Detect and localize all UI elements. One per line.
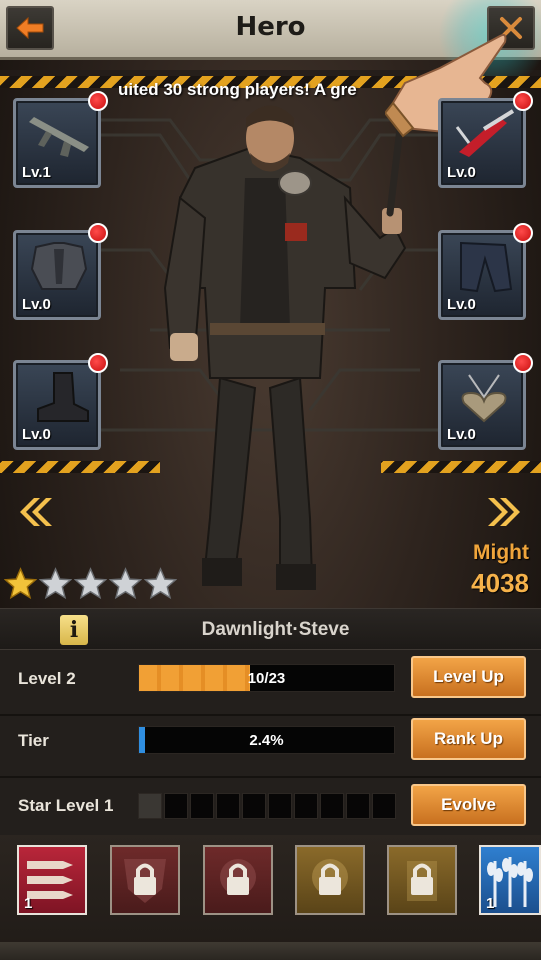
- might-label: Might: [473, 541, 529, 564]
- shield-lock-icon: [124, 859, 166, 903]
- star-level-cell: [216, 793, 240, 819]
- boots-icon: [37, 372, 89, 422]
- back-button[interactable]: [6, 6, 54, 50]
- gear-lock-icon: [312, 859, 348, 895]
- tier-progress-text: 2.4%: [249, 732, 284, 749]
- equip-slot-boots[interactable]: Lv.0: [13, 353, 108, 450]
- skill-slot-harvest[interactable]: 1: [479, 845, 541, 915]
- tier-progress-bar: 2.4%: [138, 726, 395, 754]
- equip-level: Lv.0: [447, 426, 476, 443]
- star-level-cell: [164, 793, 188, 819]
- equip-level: Lv.0: [447, 164, 476, 181]
- star-level-cell: [242, 793, 266, 819]
- equip-level: Lv.0: [22, 296, 51, 313]
- level-progress-bar: 10/23: [138, 664, 395, 692]
- equip-slot-pendant[interactable]: Lv.0: [438, 353, 533, 450]
- star-level-cell: [138, 793, 162, 819]
- equip-slot-multitool[interactable]: Lv.0: [438, 91, 533, 188]
- hero-figure: [163, 105, 407, 590]
- equip-level: Lv.0: [447, 296, 476, 313]
- equip-slot-rifle[interactable]: Lv.1: [13, 91, 108, 188]
- skill-slot-wheat[interactable]: [387, 845, 457, 915]
- previous-hero-button[interactable]: [14, 492, 54, 532]
- hazard-stripe-left: [0, 461, 160, 473]
- star-empty-icon: [144, 567, 177, 600]
- might-value: 4038: [471, 568, 529, 598]
- level-progress-text: 10/23: [247, 670, 286, 687]
- star-empty-icon: [74, 567, 107, 600]
- star-empty-icon: [39, 567, 72, 600]
- pendant-icon: [461, 374, 507, 423]
- skill-slot-shield[interactable]: [110, 845, 180, 915]
- rifle-icon: [29, 117, 89, 157]
- star-level-cell: [294, 793, 318, 819]
- notification-dot: [513, 91, 533, 111]
- multitool-icon: [455, 109, 515, 157]
- wheat-lock-icon: [407, 861, 437, 901]
- notification-dot: [88, 353, 108, 373]
- hero-stars: [4, 567, 177, 600]
- pants-icon: [460, 241, 513, 293]
- equip-level: Lv.1: [22, 164, 51, 181]
- star-level-progress: [138, 793, 396, 819]
- star-level-cell: [190, 793, 214, 819]
- star-level-cell: [372, 793, 396, 819]
- equip-slot-pants[interactable]: Lv.0: [438, 223, 533, 320]
- notification-dot: [513, 353, 533, 373]
- arrow-left-icon: [16, 17, 44, 39]
- divider: [0, 714, 541, 716]
- tier-label: Tier: [18, 731, 49, 750]
- star-level-label: Star Level 1: [18, 796, 114, 815]
- burst-lock-icon: [220, 859, 256, 895]
- rank-up-button[interactable]: Rank Up: [411, 718, 526, 760]
- level-label: Level 2: [18, 669, 76, 688]
- evolve-button[interactable]: Evolve: [411, 784, 526, 826]
- skill-count: 1: [486, 895, 495, 912]
- skill-slot-burst[interactable]: [203, 845, 273, 915]
- next-hero-button[interactable]: [486, 492, 526, 532]
- skill-count: 1: [24, 895, 33, 912]
- star-level-cell: [346, 793, 370, 819]
- skill-slot-bullets[interactable]: 1: [17, 845, 87, 915]
- hero-name: Dawnlight·Steve: [201, 619, 350, 640]
- notification-dot: [513, 223, 533, 243]
- divider: [0, 776, 541, 778]
- star-empty-icon: [109, 567, 142, 600]
- notification-dot: [88, 223, 108, 243]
- bottom-strip: [0, 942, 541, 960]
- skill-slot-gear[interactable]: [295, 845, 365, 915]
- star-filled-icon: [4, 567, 37, 600]
- level-up-button[interactable]: Level Up: [411, 656, 526, 698]
- armor-icon: [30, 242, 88, 290]
- equip-slot-armor[interactable]: Lv.0: [13, 223, 108, 320]
- star-level-cell: [320, 793, 344, 819]
- hero-name-bar: i Dawnlight·Steve: [0, 608, 541, 650]
- notification-dot: [88, 91, 108, 111]
- star-level-cell: [268, 793, 292, 819]
- equip-level: Lv.0: [22, 426, 51, 443]
